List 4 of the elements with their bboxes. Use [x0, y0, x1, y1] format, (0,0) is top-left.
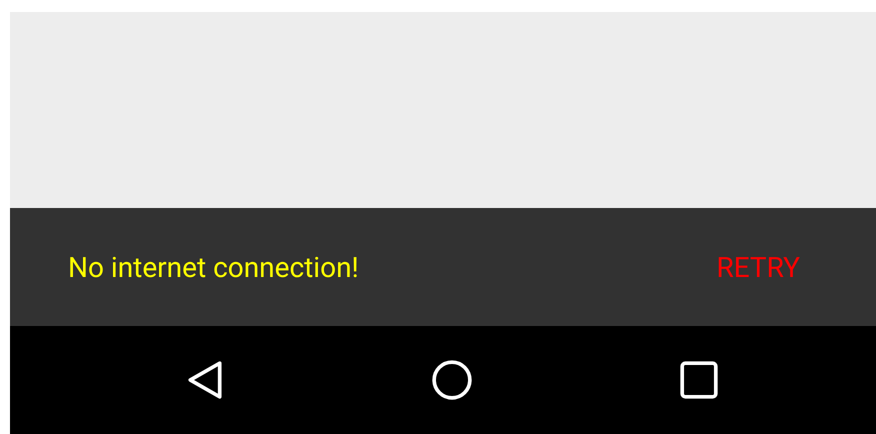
snackbar-message: No internet connection! [68, 250, 359, 284]
retry-button[interactable]: RETRY [716, 250, 800, 284]
home-icon[interactable] [431, 359, 473, 401]
recents-icon[interactable] [678, 359, 720, 401]
